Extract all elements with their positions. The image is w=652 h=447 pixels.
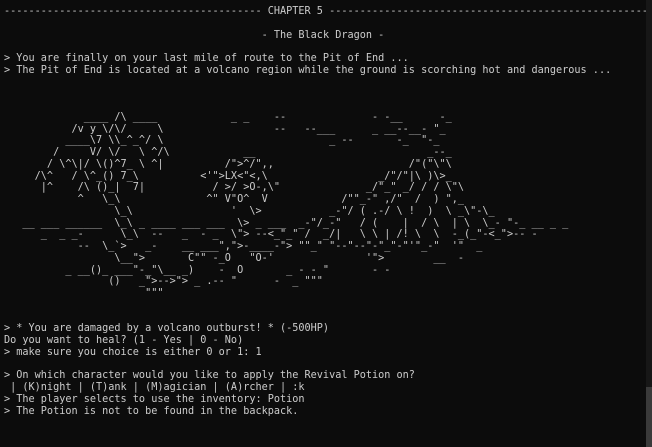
ascii-art-row: () _">-->"> _ .-- " - _ """: [4, 276, 323, 288]
heal-prompt: Do you want to heal? (1 - Yes | 0 - No): [4, 335, 244, 346]
ascii-art-row: /v y \/\/ \ -- --___ _ __--__- "_: [4, 123, 446, 135]
ascii-art-row: / V/ \/ \ ^/\ __ _--_: [4, 147, 452, 158]
chapter-header: ----------------------------------------…: [4, 6, 652, 17]
terminal-scrollbar[interactable]: [646, 0, 652, 447]
ascii-art-row: _ __()_ ___"-_"\__ _) - O _ - - " - -: [4, 264, 391, 276]
ascii-art-row: _ _ _- \_\ -- _ - _ \"> --<_"_" / _/| \ …: [4, 229, 538, 241]
ascii-art-row: -- \_`> _- __ ___",">-____-"> ""_" "--"-…: [4, 241, 483, 252]
dragon-volcano-ascii-art: ____ /\ ____ _ _ -- - -__ -_ /v y \/\/ \…: [4, 112, 652, 300]
ascii-art-row: / \^\|/ \()^7_ \ ^| /">^/",, /"("\"\: [4, 158, 452, 170]
terminal-window[interactable]: ----------------------------------------…: [0, 0, 652, 447]
ascii-art-row: ____\7 \\_^_^/ \ _ -- -_ "-_: [4, 135, 440, 147]
ascii-art-row: \_\ ' \> _-"/ ( .-/ \ ! ) \ _\"-\_: [4, 205, 495, 217]
heal-input-line[interactable]: > make sure you choice is either 0 or 1:…: [4, 347, 652, 359]
chapter-title-indent: [4, 30, 262, 41]
chapter-title: - The Black Dragon -: [4, 30, 652, 42]
ascii-art-row: /\^ / \^_() 7_\ <'">LX<"<,\ _/"/"|\ )\>_: [4, 170, 452, 182]
inventory-message: > The player selects to use the inventor…: [4, 393, 305, 405]
potion-missing-message: > The Potion is not to be found in the b…: [4, 405, 299, 417]
ascii-art-row: \__"> C"" -_O "O-' '"> __ -: [4, 252, 465, 264]
ascii-art-row: __ ___ ______ \_\ _ ____ ___ ___ \> _ __…: [4, 217, 569, 229]
damage-message: > * You are damaged by a volcano outburs…: [4, 323, 330, 335]
ascii-art-row: |^ /\ ()_| 7| / >/ >O-,\" _/"_" _/ / / \…: [4, 182, 465, 194]
character-options-input[interactable]: | (K)night | (T)ank | (M)agician | (A)rc…: [4, 382, 652, 394]
chapter-title-text: - The Black Dragon -: [261, 29, 385, 41]
narration-line: > The Pit of End is located at a volcano…: [4, 64, 612, 76]
ascii-art-row: ^ \_\ ^" V"O^ V /""_-" ,/" / ) ",_: [4, 194, 465, 205]
character-prompt: > On which character would you like to a…: [4, 370, 415, 382]
ascii-art-row: """: [4, 288, 164, 299]
scrollbar-thumb[interactable]: [646, 387, 652, 447]
ascii-art-row: ____ /\ ____ _ _ -- - -__ -_: [4, 111, 452, 123]
narration-line: > You are finally on your last mile of r…: [4, 53, 409, 64]
